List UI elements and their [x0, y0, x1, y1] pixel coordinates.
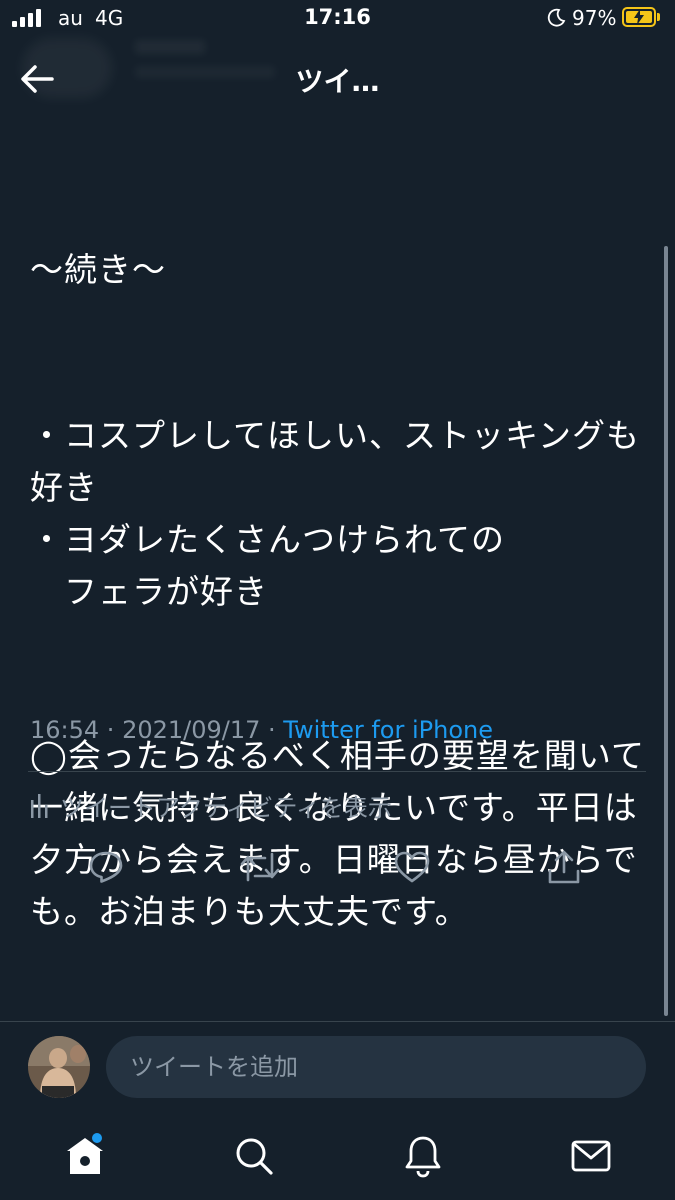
- share-button[interactable]: [541, 844, 587, 890]
- analytics-icon: [31, 794, 48, 818]
- like-button[interactable]: [389, 844, 435, 890]
- mail-icon: [571, 1140, 611, 1172]
- meta-separator: ·: [260, 716, 284, 744]
- notification-dot: [92, 1133, 102, 1143]
- tab-messages[interactable]: [566, 1131, 616, 1181]
- battery-charging-icon: [622, 7, 656, 27]
- tweet-actions: [0, 844, 675, 890]
- tweet-meta: 16:54 · 2021/09/17 · Twitter for iPhone: [30, 716, 493, 744]
- tab-bar: [0, 1115, 675, 1200]
- tweet-detail-screen: au 4G 17:16 97% ツイ… 〜続き〜 ・コスプレしてほしい、ストッキ…: [0, 0, 675, 1200]
- tab-search[interactable]: [229, 1131, 279, 1181]
- meta-separator: ·: [99, 716, 123, 744]
- tab-home[interactable]: [60, 1131, 110, 1181]
- retweet-button[interactable]: [237, 844, 283, 890]
- tweet-time[interactable]: 16:54: [30, 716, 99, 744]
- reply-input[interactable]: [106, 1036, 646, 1098]
- reply-icon: [89, 851, 123, 883]
- search-icon: [236, 1138, 273, 1175]
- divider: [28, 771, 646, 772]
- tweet-activity-link[interactable]: ツイートアクティビティを表示: [30, 788, 392, 822]
- status-bar: au 4G 17:16 97%: [0, 0, 675, 38]
- battery-cap: [657, 13, 660, 21]
- scrollbar[interactable]: [664, 246, 668, 1016]
- share-icon: [548, 850, 580, 884]
- retweet-icon: [240, 852, 280, 882]
- battery-percent: 97%: [572, 6, 617, 30]
- bell-icon: [405, 1136, 441, 1178]
- tweet-text: 〜続き〜 ・コスプレしてほしい、ストッキングも好き ・ヨダレたくさんつけられての…: [30, 140, 645, 1050]
- tab-notifications[interactable]: [398, 1131, 448, 1181]
- tweet-paragraph: ◯会ったらなるべく相手の要望を聞いて一緒に気持ち良くなりたいです。平日は夕方から…: [30, 736, 645, 931]
- reply-button[interactable]: [83, 844, 129, 890]
- tweet-activity-label: ツイートアクティビティを表示: [60, 793, 392, 822]
- heart-icon: [394, 851, 430, 883]
- avatar[interactable]: [28, 1036, 90, 1098]
- tweet-paragraph: ・コスプレしてほしい、ストッキングも好き ・ヨダレたくさんつけられての フェラが…: [30, 416, 641, 611]
- page-title: ツイ…: [295, 65, 380, 98]
- tweet-source-link[interactable]: Twitter for iPhone: [283, 716, 493, 744]
- header: ツイ…: [0, 38, 675, 118]
- moon-icon: [547, 8, 566, 27]
- tweet-paragraph: 〜続き〜: [30, 250, 166, 289]
- divider: [0, 1021, 675, 1022]
- ghost-name-shadow: [135, 40, 205, 54]
- tweet-date[interactable]: 2021/09/17: [122, 716, 260, 744]
